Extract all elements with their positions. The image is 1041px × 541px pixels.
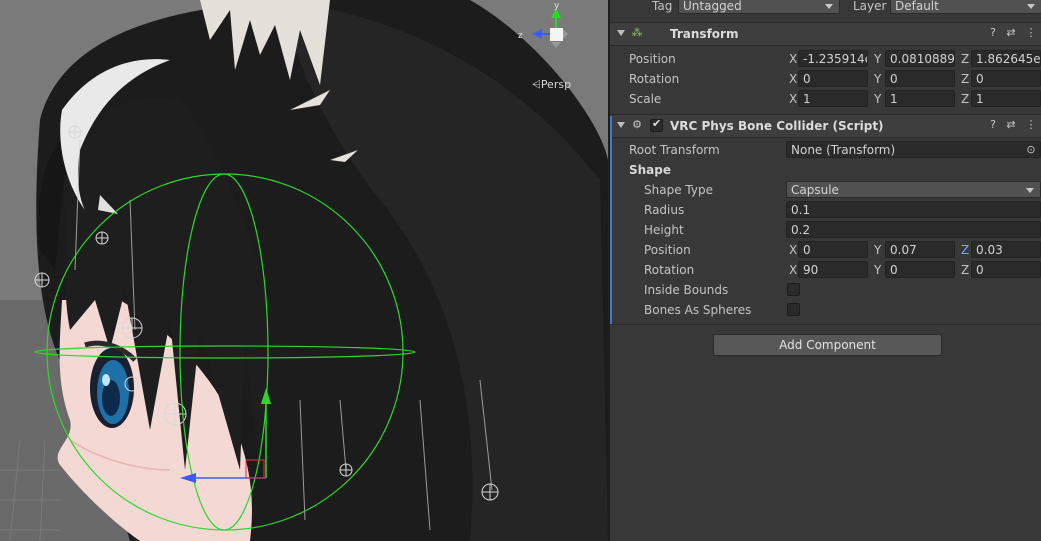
bones-as-spheres-row: Bones As Spheres [610,300,1041,320]
inside-bounds-label: Inside Bounds [644,283,729,297]
presets-icon[interactable]: ⇄ [1004,26,1018,40]
axis-z-label[interactable]: Z [961,243,969,257]
projection-toggle[interactable]: ⩤Persp [532,78,571,92]
help-icon[interactable]: ? [986,118,1000,132]
gizmo-z-label: z [518,31,523,41]
inside-bounds-checkbox[interactable] [787,283,800,296]
axis-y-label[interactable]: Y [874,243,881,257]
axis-x-label[interactable]: X [789,52,797,66]
chevron-down-icon [1026,188,1034,193]
chevron-down-icon [825,4,833,9]
collider-position-x-field[interactable]: 0 [798,241,868,258]
tag-value: Untagged [683,0,742,13]
object-picker-icon[interactable]: ⊙ [1024,143,1038,157]
transform-icon: ⁂ [631,26,643,39]
axis-x-label[interactable]: X [789,92,797,106]
script-icon: ⚙ [632,118,642,131]
transform-header[interactable]: ⁂ Transform ? ⇄ ⋮ [610,22,1041,46]
collider-rotation-x-field[interactable]: 90 [798,261,868,278]
position-x-field[interactable]: -1.235914e [798,50,868,67]
collider-title: VRC Phys Bone Collider (Script) [670,119,884,133]
tag-layer-row: Tag Untagged Layer Default [610,0,1041,16]
projection-label: Persp [540,78,572,91]
scale-x-field[interactable]: 1 [798,90,868,107]
position-z-field[interactable]: 1.862645e- [971,50,1041,67]
collider-header[interactable]: ⚙ VRC Phys Bone Collider (Script) ? ⇄ ⋮ [610,114,1041,138]
transform-position-row: Position X -1.235914e Y 0.0810889 Z 1.86… [610,49,1041,69]
height-label: Height [644,223,684,237]
axis-y-label[interactable]: Y [874,92,881,106]
component-enabled-checkbox[interactable] [650,117,663,132]
height-row: Height 0.2 [610,220,1041,240]
axis-z-label[interactable]: Z [961,263,969,277]
scene-render: y z [0,0,608,541]
radius-row: Radius 0.1 [610,200,1041,220]
shape-type-value: Capsule [791,183,839,197]
axis-x-label[interactable]: X [789,72,797,86]
axis-x-label[interactable]: X [789,263,797,277]
add-component-button[interactable]: Add Component [713,334,942,356]
component-divider [610,324,1041,325]
layer-label: Layer [853,0,887,13]
collider-position-label: Position [644,243,691,257]
shape-type-dropdown[interactable]: Capsule [786,181,1041,198]
scale-z-field[interactable]: 1 [971,90,1041,107]
rotation-label: Rotation [629,72,680,86]
root-transform-row: Root Transform None (Transform) ⊙ [610,140,1041,160]
transform-scale-row: Scale X 1 Y 1 Z 1 [610,89,1041,109]
tag-dropdown[interactable]: Untagged [678,0,840,14]
gizmo-y-label: y [554,1,560,11]
root-transform-label: Root Transform [629,143,720,157]
transform-title: Transform [670,27,739,41]
axis-y-label[interactable]: Y [874,263,881,277]
more-options-icon[interactable]: ⋮ [1024,26,1038,40]
scale-y-field[interactable]: 1 [885,90,955,107]
persp-icon: ⩤ [532,78,541,91]
layer-value: Default [895,0,939,13]
axis-z-label[interactable]: Z [961,72,969,86]
collider-position-row: Position X 0 Y 0.07 Z 0.03 [610,240,1041,260]
help-icon[interactable]: ? [986,26,1000,40]
axis-z-label[interactable]: Z [961,52,969,66]
shape-section-row: Shape [610,160,1041,180]
bones-as-spheres-checkbox[interactable] [787,303,800,316]
rotation-x-field[interactable]: 0 [798,70,868,87]
layer-dropdown[interactable]: Default [890,0,1041,14]
collider-rotation-row: Rotation X 90 Y 0 Z 0 [610,260,1041,280]
transform-rotation-row: Rotation X 0 Y 0 Z 0 [610,69,1041,89]
collider-rotation-label: Rotation [644,263,695,277]
bones-as-spheres-label: Bones As Spheres [644,303,752,317]
collider-rotation-z-field[interactable]: 0 [971,261,1041,278]
axis-y-label[interactable]: Y [874,72,881,86]
scene-view[interactable]: y z ⩤Persp [0,0,608,541]
collider-position-z-field[interactable]: 0.03 [971,241,1041,258]
foldout-arrow-icon[interactable] [617,30,625,36]
axis-x-label[interactable]: X [789,243,797,257]
shape-type-label: Shape Type [644,183,713,197]
position-y-field[interactable]: 0.0810889 [885,50,955,67]
more-options-icon[interactable]: ⋮ [1024,118,1038,132]
tag-label: Tag [652,0,673,13]
shape-section-label: Shape [629,163,672,177]
presets-icon[interactable]: ⇄ [1004,118,1018,132]
inside-bounds-row: Inside Bounds [610,280,1041,300]
shape-type-row: Shape Type Capsule [610,180,1041,200]
position-label: Position [629,52,676,66]
collider-rotation-y-field[interactable]: 0 [885,261,955,278]
axis-z-label[interactable]: Z [961,92,969,106]
chevron-down-icon [1027,4,1035,9]
scale-label: Scale [629,92,662,106]
root-transform-field[interactable]: None (Transform) [786,141,1041,158]
height-field[interactable]: 0.2 [786,221,1041,238]
radius-label: Radius [644,203,685,217]
axis-y-label[interactable]: Y [874,52,881,66]
rotation-y-field[interactable]: 0 [885,70,955,87]
inspector-panel: Tag Untagged Layer Default ⁂ Transform ?… [610,0,1041,541]
rotation-z-field[interactable]: 0 [971,70,1041,87]
foldout-arrow-icon[interactable] [617,122,625,128]
radius-field[interactable]: 0.1 [786,201,1041,218]
collider-position-y-field[interactable]: 0.07 [885,241,955,258]
